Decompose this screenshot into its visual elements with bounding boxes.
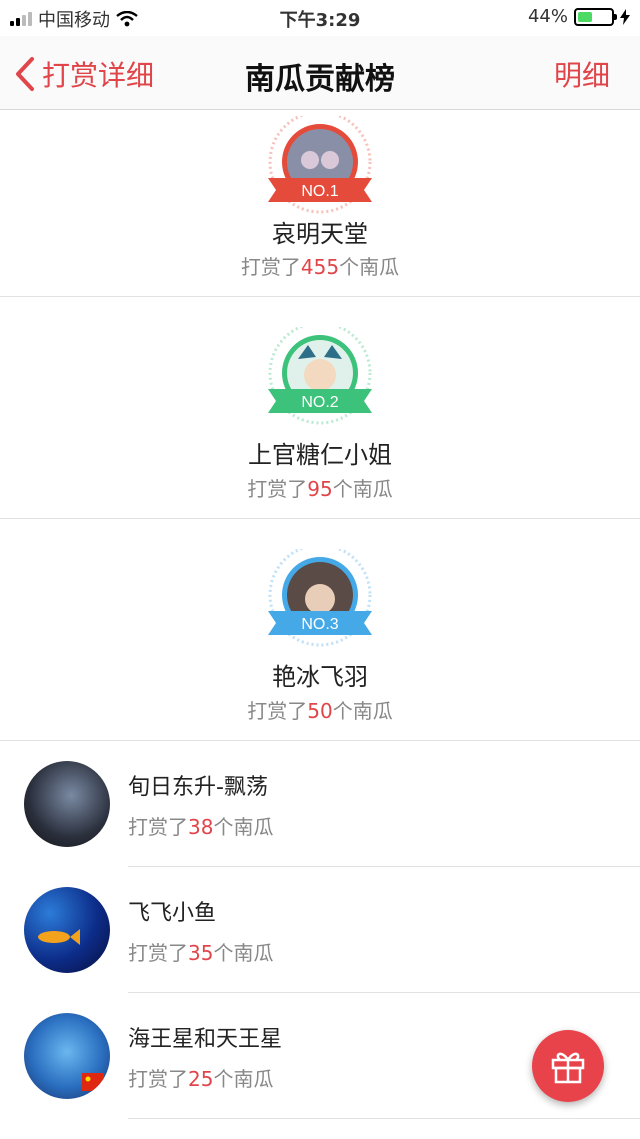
- bolt-icon: [620, 8, 630, 25]
- top-name: 艳冰飞羽: [272, 663, 368, 691]
- nav-bar: 打赏详细 南瓜贡献榜 明细: [0, 36, 640, 110]
- rank-label: NO.3: [301, 616, 338, 633]
- avatar: [24, 1013, 110, 1099]
- reward-count: 打赏了25个南瓜: [128, 1067, 274, 1091]
- gift-button[interactable]: [532, 1030, 604, 1102]
- battery-icon: [574, 7, 617, 26]
- top-card-1[interactable]: NO.1 哀明天堂 打赏了455个南瓜: [0, 110, 640, 297]
- top-count: 打赏了95个南瓜: [247, 477, 393, 501]
- top-count: 打赏了50个南瓜: [247, 699, 393, 723]
- top-count: 打赏了455个南瓜: [240, 255, 400, 279]
- rank-badge: NO.3: [268, 549, 372, 647]
- avatar: [24, 887, 110, 973]
- battery-percent: 44%: [527, 6, 568, 27]
- user-name: 旬日东升-飘荡: [128, 775, 268, 800]
- rank-label: NO.1: [301, 183, 338, 200]
- flag-icon: [82, 1073, 104, 1091]
- reward-count: 打赏了38个南瓜: [128, 815, 274, 839]
- user-name: 飞飞小鱼: [128, 901, 217, 926]
- rank-label: NO.2: [301, 394, 338, 411]
- battery-group: 44%: [528, 6, 630, 27]
- top-card-2[interactable]: NO.2 上官糖仁小姐 打赏了95个南瓜: [0, 297, 640, 519]
- gift-icon: [551, 1052, 585, 1084]
- divider: [128, 1118, 640, 1119]
- detail-button[interactable]: 明细: [554, 54, 610, 94]
- list-item[interactable]: 旬日东升-飘荡 打赏了38个南瓜: [0, 741, 640, 867]
- avatar: [24, 761, 110, 847]
- top-name: 上官糖仁小姐: [248, 441, 392, 469]
- top-card-3[interactable]: NO.3 艳冰飞羽 打赏了50个南瓜: [0, 519, 640, 741]
- reward-count: 打赏了35个南瓜: [128, 941, 274, 965]
- list-item[interactable]: 飞飞小鱼 打赏了35个南瓜: [0, 867, 640, 993]
- fish-icon: [38, 929, 80, 945]
- page-title: 南瓜贡献榜: [245, 62, 395, 97]
- rank-badge: NO.2: [268, 327, 372, 425]
- user-name: 海王星和天王星: [128, 1027, 283, 1052]
- status-bar: 中国移动 下午3:29 44%: [0, 0, 640, 36]
- top-name: 哀明天堂: [272, 220, 368, 248]
